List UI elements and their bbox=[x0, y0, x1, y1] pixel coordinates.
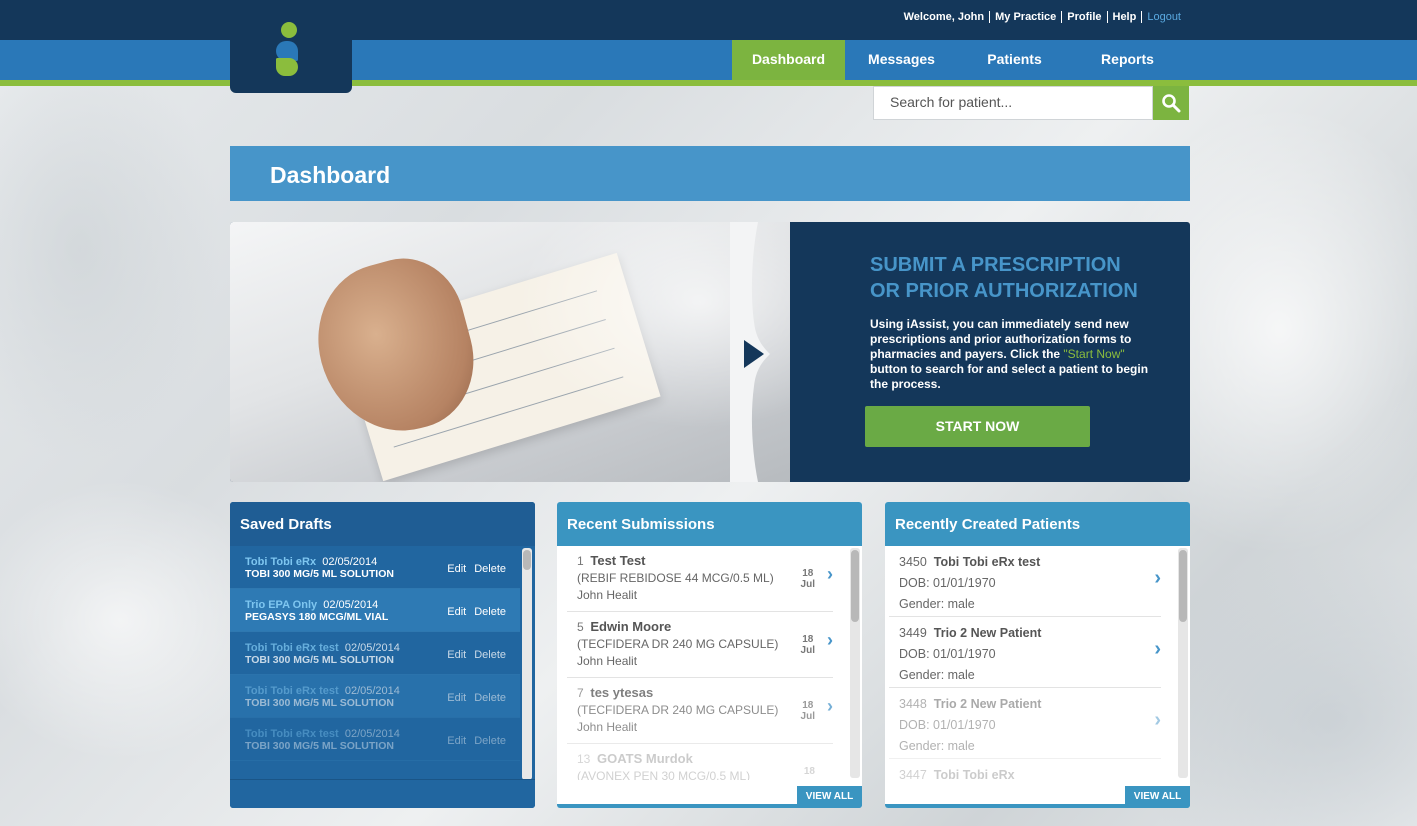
chevron-right-icon[interactable]: › bbox=[1154, 710, 1161, 731]
prescription-photo bbox=[230, 222, 790, 482]
nav-tab-reports[interactable]: Reports bbox=[1071, 40, 1184, 80]
recent-patients-panel: Recently Created Patients 3450 Tobi Tobi… bbox=[885, 502, 1190, 808]
recent-submissions-title: Recent Submissions bbox=[557, 502, 862, 546]
submission-date: 18 Jul bbox=[800, 700, 815, 722]
patient-item[interactable]: 3447 Tobi Tobi eRx bbox=[889, 759, 1161, 780]
start-now-highlight: "Start Now" bbox=[1063, 347, 1125, 361]
submissions-scrollbar[interactable] bbox=[850, 548, 860, 778]
submission-item[interactable]: 1 Test Test (REBIF REBIDOSE 44 MCG/0.5 M… bbox=[567, 546, 833, 612]
delete-draft-button[interactable]: Delete bbox=[474, 563, 506, 575]
saved-drafts-panel: Saved Drafts Tobi Tobi eRx 02/05/2014 TO… bbox=[230, 502, 535, 808]
logo-shape-bottom bbox=[276, 58, 298, 76]
help-link[interactable]: Help bbox=[1106, 11, 1142, 23]
patients-scrollbar[interactable] bbox=[1178, 548, 1188, 778]
nav-tab-dashboard[interactable]: Dashboard bbox=[732, 40, 845, 80]
start-now-button[interactable]: START NOW bbox=[865, 406, 1090, 447]
scroll-thumb[interactable] bbox=[851, 550, 859, 622]
recent-patients-title: Recently Created Patients bbox=[885, 502, 1190, 546]
draft-item[interactable]: Tobi Tobi eRx test 02/05/2014 TOBI 300 M… bbox=[230, 632, 520, 675]
submission-date: 18 Jul bbox=[800, 568, 815, 590]
drafts-footer bbox=[230, 779, 535, 808]
chevron-right-icon[interactable]: › bbox=[827, 565, 833, 583]
chevron-right-icon[interactable]: › bbox=[1154, 568, 1161, 589]
my-practice-link[interactable]: My Practice bbox=[989, 11, 1061, 23]
draft-item[interactable]: Tobi Tobi eRx test 02/05/2014 TOBI 300 M… bbox=[230, 718, 520, 761]
welcome-text: Welcome, John bbox=[903, 11, 985, 23]
edit-draft-button[interactable]: Edit bbox=[447, 692, 466, 704]
top-bar: Welcome, John My Practice Profile Help L… bbox=[0, 0, 1417, 40]
submissions-list: 1 Test Test (REBIF REBIDOSE 44 MCG/0.5 M… bbox=[557, 546, 847, 780]
brace-divider bbox=[730, 222, 770, 482]
recent-submissions-panel: Recent Submissions 1 Test Test (REBIF RE… bbox=[557, 502, 862, 808]
delete-draft-button[interactable]: Delete bbox=[474, 649, 506, 661]
drafts-scrollbar[interactable] bbox=[522, 548, 532, 780]
delete-draft-button[interactable]: Delete bbox=[474, 606, 506, 618]
patient-item[interactable]: 3449 Trio 2 New Patient DOB: 01/01/1970 … bbox=[889, 617, 1161, 688]
edit-draft-button[interactable]: Edit bbox=[447, 606, 466, 618]
chevron-right-icon[interactable]: › bbox=[1154, 639, 1161, 660]
submission-date: 18 bbox=[803, 766, 815, 777]
edit-draft-button[interactable]: Edit bbox=[447, 649, 466, 661]
search-button[interactable] bbox=[1153, 86, 1189, 120]
main-nav: Dashboard Messages Patients Reports bbox=[732, 40, 1184, 80]
logo-dot bbox=[281, 22, 297, 38]
hero-banner: SUBMIT A PRESCRIPTION OR PRIOR AUTHORIZA… bbox=[230, 222, 1190, 482]
nav-tab-messages[interactable]: Messages bbox=[845, 40, 958, 80]
hero-heading: SUBMIT A PRESCRIPTION OR PRIOR AUTHORIZA… bbox=[870, 254, 1138, 302]
submission-item[interactable]: 7 tes ytesas (TECFIDERA DR 240 MG CAPSUL… bbox=[567, 678, 833, 744]
chevron-right-icon[interactable]: › bbox=[827, 697, 833, 715]
patient-item[interactable]: 3450 Tobi Tobi eRx test DOB: 01/01/1970 … bbox=[889, 546, 1161, 617]
hero-text: SUBMIT A PRESCRIPTION OR PRIOR AUTHORIZA… bbox=[870, 252, 1165, 392]
iassist-logo[interactable] bbox=[230, 10, 352, 93]
draft-item[interactable]: Trio EPA Only 02/05/2014 PEGASYS 180 MCG… bbox=[230, 589, 520, 632]
scroll-thumb[interactable] bbox=[1179, 550, 1187, 622]
account-links: Welcome, John My Practice Profile Help L… bbox=[899, 11, 1186, 23]
patients-list: 3450 Tobi Tobi eRx test DOB: 01/01/1970 … bbox=[885, 546, 1175, 780]
hero-description: Using iAssist, you can immediately send … bbox=[870, 317, 1149, 391]
chevron-right-icon[interactable]: › bbox=[827, 631, 833, 649]
profile-link[interactable]: Profile bbox=[1061, 11, 1106, 23]
page-title: Dashboard bbox=[230, 146, 1190, 201]
search-icon bbox=[1162, 94, 1181, 113]
patients-view-all-button[interactable]: VIEW ALL bbox=[1125, 786, 1190, 808]
submission-item[interactable]: 5 Edwin Moore (TECFIDERA DR 240 MG CAPSU… bbox=[567, 612, 833, 678]
logout-link[interactable]: Logout bbox=[1141, 11, 1186, 23]
drafts-list: Tobi Tobi eRx 02/05/2014 TOBI 300 MG/5 M… bbox=[230, 546, 520, 778]
patient-item[interactable]: 3448 Trio 2 New Patient DOB: 01/01/1970 … bbox=[889, 688, 1161, 759]
nav-accent-stripe bbox=[0, 80, 1417, 86]
edit-draft-button[interactable]: Edit bbox=[447, 563, 466, 575]
scroll-thumb[interactable] bbox=[523, 550, 531, 570]
submissions-view-all-button[interactable]: VIEW ALL bbox=[797, 786, 862, 808]
nav-tab-patients[interactable]: Patients bbox=[958, 40, 1071, 80]
draft-item[interactable]: Tobi Tobi eRx 02/05/2014 TOBI 300 MG/5 M… bbox=[230, 546, 520, 589]
submission-date: 18 Jul bbox=[800, 634, 815, 656]
edit-draft-button[interactable]: Edit bbox=[447, 735, 466, 747]
delete-draft-button[interactable]: Delete bbox=[474, 692, 506, 704]
patient-search-input[interactable]: Search for patient... bbox=[873, 86, 1153, 120]
draft-item[interactable]: Tobi Tobi eRx test 02/05/2014 TOBI 300 M… bbox=[230, 675, 520, 718]
delete-draft-button[interactable]: Delete bbox=[474, 735, 506, 747]
submission-item[interactable]: 13 GOATS Murdok (AVONEX PEN 30 MCG/0.5 M… bbox=[567, 744, 833, 780]
saved-drafts-title: Saved Drafts bbox=[230, 502, 535, 546]
nav-bar bbox=[0, 40, 1417, 80]
